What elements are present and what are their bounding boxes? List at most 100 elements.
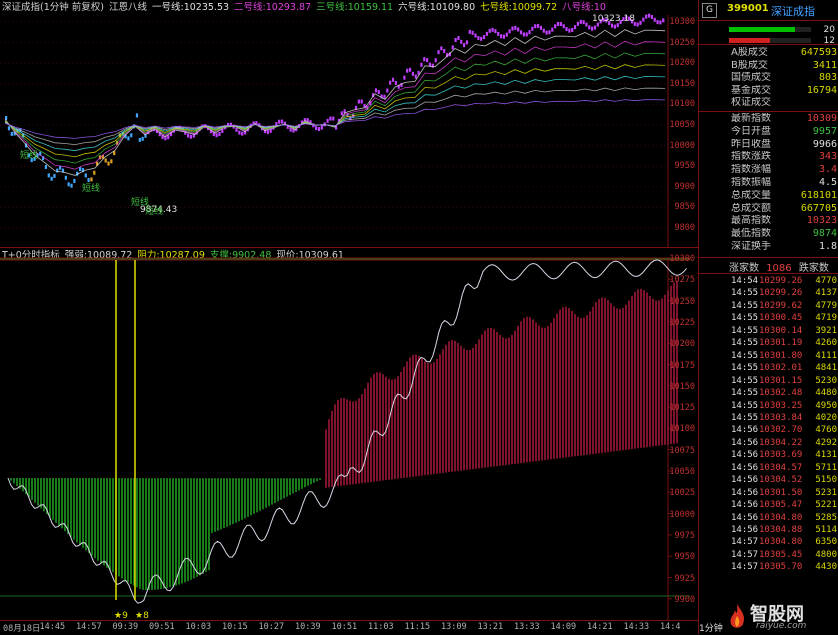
tick-price: 10301.19 <box>759 338 803 349</box>
price-mark <box>613 24 616 29</box>
tick-row[interactable]: 14:57 10304.80 6350 <box>699 536 838 548</box>
price-mark <box>573 25 577 30</box>
price-mark <box>141 136 144 141</box>
time-axis-label: 13:21 <box>477 622 504 632</box>
tick-row[interactable]: 14:54 10299.26 4770 <box>699 275 838 287</box>
y-axis-label: 10200 <box>669 58 695 69</box>
price-chart-panel[interactable]: 深证成指(1分钟 前复权) 江恩八线 一号线:10235.53 二号线:10293.8… <box>0 0 698 248</box>
period-label[interactable]: 1分钟 <box>699 621 723 634</box>
price-mark <box>650 14 653 19</box>
y-axis-label: 10225 <box>669 317 695 328</box>
price-mark <box>315 126 318 131</box>
tick-time: 14:56 <box>731 425 759 436</box>
tick-row[interactable]: 14:56 10303.69 4131 <box>699 449 838 461</box>
tick-row[interactable]: 14:57 10305.70 4430 <box>699 561 838 573</box>
tick-price: 10299.62 <box>759 300 803 311</box>
price-mark <box>539 25 543 30</box>
price-mark <box>554 24 557 29</box>
price-mark <box>320 125 323 130</box>
tick-row[interactable]: 14:56 10305.47 5221 <box>699 499 838 511</box>
price-mark <box>642 17 645 22</box>
tick-row[interactable]: 14:55 10301.15 5230 <box>699 375 838 387</box>
y-axis-label: 10175 <box>669 360 695 371</box>
price-mark <box>463 43 466 48</box>
tick-row[interactable]: 14:55 10301.80 4111 <box>699 350 838 362</box>
tick-price: 10303.25 <box>759 400 803 411</box>
tick-row[interactable]: 14:55 10301.19 4260 <box>699 337 838 349</box>
stat-label: 最高指数 <box>731 215 771 227</box>
tick-row[interactable]: 14:56 10304.52 5150 <box>699 474 838 486</box>
price-mark <box>426 58 429 63</box>
indicator-panel[interactable]: T+0分时指标 强弱:10089.72 阻力:10287.09 支撑:9902.48 现… <box>0 248 698 621</box>
sidebar-divider <box>699 273 838 274</box>
tick-row[interactable]: 14:55 10303.84 4020 <box>699 412 838 424</box>
y-axis-label: 9950 <box>674 552 695 563</box>
price-mark <box>443 48 446 53</box>
tick-time: 14:57 <box>731 562 759 573</box>
price-mark <box>7 126 11 131</box>
price-mark <box>241 131 244 136</box>
y-axis-label: 10000 <box>669 509 695 520</box>
stat-value: 647593 <box>800 47 837 58</box>
price-mark <box>357 99 360 104</box>
price-mark <box>278 119 281 124</box>
price-mark <box>497 31 500 36</box>
tick-price: 10303.84 <box>759 412 803 423</box>
price-chart-canvas[interactable] <box>0 0 698 248</box>
price-mark <box>64 175 67 180</box>
y-axis-label: 10150 <box>669 381 695 392</box>
tick-row[interactable]: 14:56 10304.57 5711 <box>699 462 838 474</box>
stat-value: 10323 <box>806 215 837 227</box>
stat-value: 9957 <box>812 125 837 137</box>
price-mark <box>423 57 426 62</box>
time-axis-label: 10:03 <box>185 622 212 632</box>
price-mark <box>480 36 483 41</box>
tick-row[interactable]: 14:55 10300.45 4719 <box>699 312 838 324</box>
tick-row[interactable]: 14:56 10304.80 5285 <box>699 512 838 524</box>
indicator-canvas[interactable] <box>0 248 698 620</box>
price-mark <box>266 130 269 135</box>
tick-row[interactable]: 14:55 10302.01 4841 <box>699 362 838 374</box>
stat-label: A股成交 <box>731 47 768 58</box>
ratio-bar-fill <box>729 27 795 32</box>
stat-value: 803 <box>818 72 837 84</box>
moving-average-line <box>4 87 666 146</box>
tick-row[interactable]: 14:56 10304.88 5114 <box>699 524 838 536</box>
tick-row[interactable]: 14:55 10300.14 3921 <box>699 325 838 337</box>
price-mark <box>420 62 423 67</box>
stat-row: 总成交量 618101 <box>699 190 838 203</box>
moving-average-line <box>4 75 666 152</box>
y-axis-label: 9925 <box>674 573 695 584</box>
price-mark <box>500 34 503 39</box>
price-mark <box>280 119 284 124</box>
stat-row: B股成交 3411 <box>699 60 838 73</box>
stat-value: 10309 <box>806 113 837 124</box>
tick-row[interactable]: 14:55 10299.62 4779 <box>699 300 838 312</box>
price-mark <box>465 40 469 45</box>
y-axis-label: 10200 <box>669 339 695 350</box>
tick-row[interactable]: 14:56 10302.70 4760 <box>699 424 838 436</box>
group-badge[interactable]: G <box>702 3 717 18</box>
tick-volume: 6350 <box>815 537 837 548</box>
sidebar-divider <box>699 44 838 45</box>
time-axis-label: 14:33 <box>623 622 650 632</box>
tick-row[interactable]: 14:55 10303.25 4950 <box>699 400 838 412</box>
tick-time: 14:56 <box>731 462 759 473</box>
tick-row[interactable]: 14:55 10302.48 4480 <box>699 387 838 399</box>
tick-row[interactable]: 14:56 10304.22 4292 <box>699 437 838 449</box>
tick-time: 14:57 <box>731 549 759 560</box>
price-mark <box>656 20 659 25</box>
price-mark <box>565 27 568 32</box>
time-axis-label: 09:39 <box>112 622 139 632</box>
tick-volume: 4800 <box>815 549 837 560</box>
price-mark <box>50 176 53 181</box>
price-mark <box>374 88 378 93</box>
tick-row[interactable]: 14:56 10301.50 5231 <box>699 487 838 499</box>
y-axis-label: 9900 <box>674 594 695 605</box>
price-mark <box>610 23 614 28</box>
stat-row: 最新指数 10309 <box>699 113 838 126</box>
tick-time: 14:55 <box>731 300 759 311</box>
tick-row[interactable]: 14:55 10299.26 4137 <box>699 287 838 299</box>
tick-price: 10301.50 <box>759 487 803 498</box>
tick-row[interactable]: 14:57 10305.45 4800 <box>699 549 838 561</box>
